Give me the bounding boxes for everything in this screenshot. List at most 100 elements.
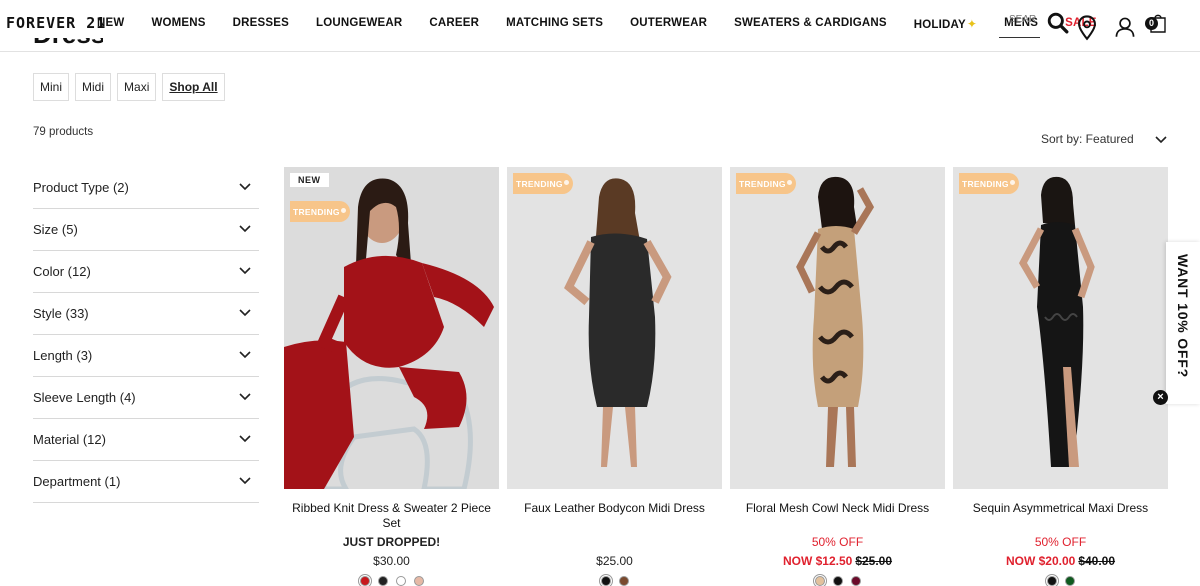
filter-label: Size (5): [33, 222, 78, 237]
swatch-burgundy[interactable]: [850, 576, 861, 586]
nav-holiday-label: HOLIDAY: [913, 19, 966, 31]
product-card[interactable]: TRENDING Floral Mesh Cowl Neck Midi Dres…: [730, 167, 945, 586]
swatch-black[interactable]: [832, 576, 843, 586]
nav-new[interactable]: NEW: [97, 17, 124, 31]
nav-womens[interactable]: WOMENS: [151, 17, 205, 31]
star-icon: ✦: [966, 17, 978, 31]
product-price: NOW $12.50 $25.00: [730, 554, 945, 569]
chevron-down-icon: [239, 225, 251, 233]
sort-label: Sort by: Featured: [1041, 132, 1134, 146]
sort-dropdown[interactable]: Sort by: Featured: [1041, 132, 1169, 146]
filter-label: Sleeve Length (4): [33, 390, 136, 405]
color-swatches: [284, 574, 499, 586]
filter-label: Department (1): [33, 474, 121, 489]
new-badge: NEW: [290, 173, 329, 187]
main-nav: NEW WOMENS DRESSES LOUNGEWEAR CAREER MAT…: [97, 17, 1124, 31]
chip-midi[interactable]: Midi: [75, 73, 112, 101]
filter-accordion[interactable]: Style (33): [33, 293, 259, 335]
product-promo: [507, 535, 722, 550]
sale-price: NOW $20.00: [1005, 554, 1076, 568]
filter-accordion[interactable]: Size (5): [33, 209, 259, 251]
product-card[interactable]: NEW TRENDING Ribbed Knit Dress & Sweater…: [284, 167, 499, 586]
category-chips: Mini Midi Maxi Shop All: [33, 73, 225, 101]
product-price: $25.00: [596, 554, 633, 568]
brand-logo[interactable]: FOREVER 21: [6, 14, 106, 32]
nav-dresses[interactable]: DRESSES: [233, 17, 289, 31]
swatch-black[interactable]: [377, 576, 388, 586]
site-header: FOREVER 21 NEW WOMENS DRESSES LOUNGEWEAR…: [0, 0, 1200, 52]
nav-loungewear[interactable]: LOUNGEWEAR: [316, 17, 402, 31]
product-name[interactable]: Ribbed Knit Dress & Sweater 2 Piece Set: [284, 501, 499, 531]
filter-sidebar: Product Type (2) Size (5) Color (12) Style …: [33, 167, 259, 503]
trending-badge: TRENDING: [736, 173, 796, 194]
color-swatches: [507, 574, 722, 586]
nav-career[interactable]: CAREER: [429, 17, 479, 31]
sale-price: NOW $12.50: [782, 554, 853, 568]
filter-label: Material (12): [33, 432, 106, 447]
swatch-black[interactable]: [1044, 574, 1059, 586]
product-name[interactable]: Faux Leather Bodycon Midi Dress: [507, 501, 722, 531]
location-pin-icon[interactable]: [1076, 15, 1098, 41]
trending-badge: TRENDING: [959, 173, 1019, 194]
discount-promo-tab[interactable]: WANT 10% OFF?: [1166, 242, 1200, 404]
product-image[interactable]: NEW TRENDING: [284, 167, 499, 489]
trending-badge: TRENDING: [290, 201, 350, 222]
nav-sweaters-cardigans[interactable]: SWEATERS & CARDIGANS: [734, 17, 887, 31]
filter-accordion[interactable]: Color (12): [33, 251, 259, 293]
swatch-white[interactable]: [395, 576, 406, 586]
product-image[interactable]: TRENDING: [507, 167, 722, 489]
filter-accordion[interactable]: Length (3): [33, 335, 259, 377]
product-price: NOW $20.00 $40.00: [953, 554, 1168, 569]
close-icon[interactable]: ×: [1153, 390, 1168, 405]
model-photo: [507, 167, 722, 489]
filter-label: Length (3): [33, 348, 93, 363]
swatch-blush[interactable]: [413, 576, 424, 586]
filter-label: Product Type (2): [33, 180, 129, 195]
account-icon[interactable]: [1114, 14, 1136, 40]
original-price: $40.00: [1078, 554, 1116, 568]
swatch-black[interactable]: [598, 574, 613, 586]
model-photo: [730, 167, 945, 489]
filter-accordion[interactable]: Sleeve Length (4): [33, 377, 259, 419]
chevron-down-icon: [239, 351, 251, 359]
chevron-down-icon: [1155, 136, 1167, 144]
product-promo: 50% OFF: [1034, 535, 1087, 549]
discount-promo-label: WANT 10% OFF?: [1175, 254, 1191, 378]
filter-accordion[interactable]: Material (12): [33, 419, 259, 461]
color-swatches: [730, 574, 945, 586]
chip-shop-all[interactable]: Shop All: [162, 73, 225, 101]
chevron-down-icon: [239, 267, 251, 275]
swatch-tan[interactable]: [812, 574, 827, 586]
search-icon[interactable]: [1047, 10, 1069, 36]
search-input[interactable]: SEAR: [999, 10, 1040, 38]
product-card[interactable]: TRENDING Sequin Asymmetrical Maxi Dress …: [953, 167, 1168, 586]
chevron-down-icon: [239, 477, 251, 485]
swatch-brown[interactable]: [618, 576, 629, 586]
product-name[interactable]: Floral Mesh Cowl Neck Midi Dress: [730, 501, 945, 531]
chevron-down-icon: [239, 309, 251, 317]
chevron-down-icon: [239, 183, 251, 191]
product-count: 79 products: [33, 126, 94, 138]
chip-mini[interactable]: Mini: [33, 73, 70, 101]
filter-accordion[interactable]: Department (1): [33, 461, 259, 503]
nav-matching-sets[interactable]: MATCHING SETS: [506, 17, 603, 31]
nav-holiday[interactable]: HOLIDAY✦: [914, 17, 977, 31]
product-image[interactable]: TRENDING: [730, 167, 945, 489]
filter-label: Color (12): [33, 264, 91, 279]
filter-label: Style (33): [33, 306, 89, 321]
cart-button[interactable]: 0: [1145, 13, 1171, 35]
swatch-red[interactable]: [357, 574, 372, 586]
original-price: $25.00: [855, 554, 893, 568]
chevron-down-icon: [239, 435, 251, 443]
product-promo: 50% OFF: [811, 535, 864, 549]
filter-accordion[interactable]: Product Type (2): [33, 167, 259, 209]
trending-badge: TRENDING: [513, 173, 573, 194]
chip-maxi[interactable]: Maxi: [117, 73, 157, 101]
nav-outerwear[interactable]: OUTERWEAR: [630, 17, 707, 31]
page-title: Dresses: [33, 38, 103, 52]
product-name[interactable]: Sequin Asymmetrical Maxi Dress: [953, 501, 1168, 531]
swatch-green[interactable]: [1064, 576, 1075, 586]
product-image[interactable]: TRENDING: [953, 167, 1168, 489]
color-swatches: [953, 574, 1168, 586]
product-card[interactable]: TRENDING Faux Leather Bodycon Midi Dress…: [507, 167, 722, 586]
